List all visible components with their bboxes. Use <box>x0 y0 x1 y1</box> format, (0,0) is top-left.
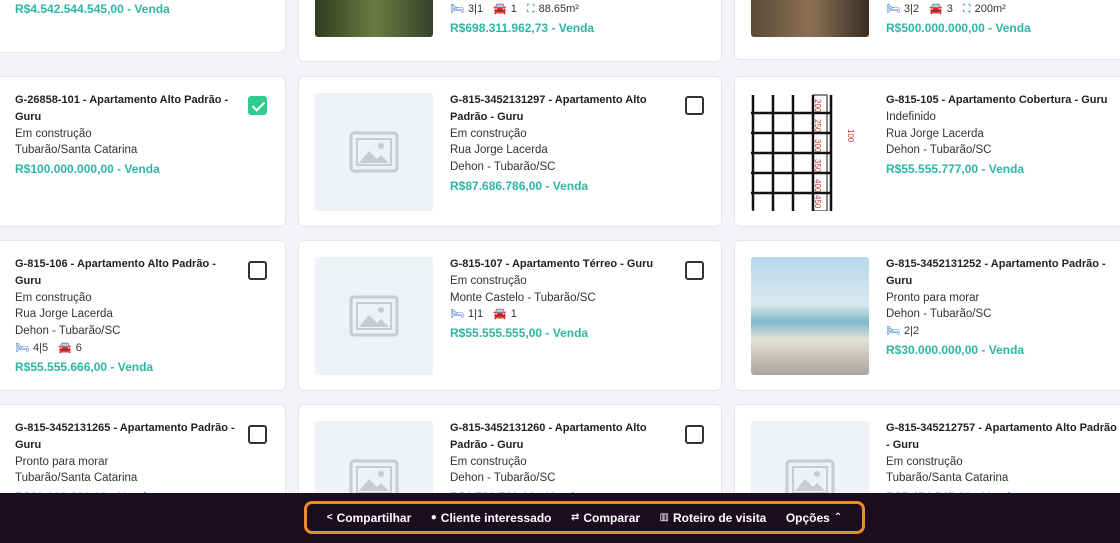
property-status: Pronto para morar <box>886 291 980 304</box>
property-status: Em construção <box>450 274 527 287</box>
property-title: G-26858-101 - Apartamento Alto Padrão - … <box>15 94 229 123</box>
property-street: Rua Jorge Lacerda <box>15 308 113 321</box>
property-street: Rua Jorge Lacerda <box>450 144 548 157</box>
property-status: Pronto para morar <box>15 455 109 468</box>
car-icon: 🚘 <box>929 3 943 15</box>
property-card[interactable]: 200 250 300 350 400 450 100 G-815-105 - … <box>734 76 1120 227</box>
visit-route-button[interactable]: ▥ Roteiro de visita <box>660 511 767 525</box>
bed-icon: 🛏 <box>450 3 464 15</box>
actions-toolbar: < Compartilhar ● Cliente interessado ⇄ Comp… <box>304 501 865 534</box>
property-card[interactable]: G-26858-101 - Apartamento Alto Padrão - … <box>0 76 286 227</box>
share-icon: < <box>326 512 333 523</box>
plan-label: 250 <box>813 119 822 133</box>
property-location: Dehon - Tubarão/SC <box>15 325 121 338</box>
property-card[interactable]: G-815-107 - Apartamento Térreo - Guru Em… <box>298 240 722 391</box>
bed-icon: 🛏 <box>450 308 464 321</box>
area-icon: ⛶ <box>962 3 971 15</box>
property-card[interactable]: 🛏 3|1 🚘 1 ⛶ 88.65m² R$698.311.962,73 - Venda <box>298 0 722 62</box>
property-status: Em construção <box>886 455 963 468</box>
property-price: R$30.000.000,00 - Venda <box>886 342 1025 357</box>
select-checkbox[interactable] <box>685 425 704 444</box>
compare-button[interactable]: ⇄ Comparar <box>571 511 640 525</box>
select-checkbox[interactable] <box>248 425 267 444</box>
plan-label: 200 <box>813 99 822 113</box>
property-title: G-815-3452131297 - Apartamento Alto Padr… <box>450 94 647 123</box>
property-title: G-815-3452131265 - Apartamento Padrão - … <box>15 422 235 451</box>
image-placeholder-icon <box>315 93 433 211</box>
plan-label: 300 <box>813 139 822 153</box>
property-price: R$698.311.962,73 - Venda <box>450 20 595 35</box>
property-title: G-815-105 - Apartamento Cobertura - Guru <box>886 94 1108 106</box>
property-card[interactable]: R$4.542.544.545,00 - Venda <box>0 0 286 53</box>
car-icon: 🚘 <box>493 308 507 321</box>
property-location: Dehon - Tubarão/SC <box>886 308 992 321</box>
property-location: Tubarão/Santa Catarina <box>15 144 138 157</box>
options-button[interactable]: Opções ⌃ <box>786 511 842 525</box>
property-price: R$4.542.544.545,00 - Venda <box>15 2 170 16</box>
property-card[interactable]: G-815-3452131252 - Apartamento Padrão - … <box>734 240 1120 391</box>
area-icon: ⛶ <box>526 3 535 15</box>
property-location: Tubarão/Santa Catarina <box>886 472 1009 485</box>
property-status: Em construção <box>450 127 527 140</box>
select-checkbox[interactable] <box>685 96 704 115</box>
property-price: R$500.000.000,00 - Venda <box>886 20 1031 35</box>
property-location: Monte Castelo - Tubarão/SC <box>450 291 596 304</box>
bed-icon: 🛏 <box>886 3 900 15</box>
property-location: Tubarão/Santa Catarina <box>15 472 138 485</box>
property-card[interactable]: G-815-106 - Apartamento Alto Padrão - Gu… <box>0 240 286 391</box>
property-status: Em construção <box>15 291 92 304</box>
bed-icon: 🛏 <box>15 341 29 354</box>
plan-label: 400 <box>813 179 822 193</box>
property-photo <box>315 0 433 37</box>
share-button[interactable]: < Compartilhar <box>327 511 412 525</box>
property-price: R$100.000.000,00 - Venda <box>15 162 160 177</box>
select-checkbox[interactable] <box>685 261 704 280</box>
property-photo <box>751 257 869 375</box>
property-price: R$87.686.786,00 - Venda <box>450 178 589 193</box>
property-title: G-815-107 - Apartamento Térreo - Guru <box>450 258 654 270</box>
property-status: Em construção <box>450 455 527 468</box>
plan-label: 350 <box>813 159 822 173</box>
property-card[interactable]: 🛏 3|2 🚘 3 ⛶ 200m² R$500.000.000,00 - Venda <box>734 0 1120 60</box>
property-price: R$55.555.666,00 - Venda <box>15 359 154 374</box>
car-icon: 🚘 <box>493 3 507 15</box>
property-title: G-815-3452131252 - Apartamento Padrão - … <box>886 258 1106 287</box>
plan-label: 100 <box>846 129 855 143</box>
property-status: Indefinido <box>886 110 936 123</box>
image-placeholder-icon <box>315 257 433 375</box>
floor-plan-image: 200 250 300 350 400 450 100 <box>751 93 869 211</box>
user-icon: ● <box>430 512 437 523</box>
property-street: Rua Jorge Lacerda <box>886 127 984 140</box>
map-icon: ▥ <box>659 512 669 523</box>
property-price: R$55.555.777,00 - Venda <box>886 162 1025 177</box>
property-status: Em construção <box>15 127 92 140</box>
interested-client-button[interactable]: ● Cliente interessado <box>431 511 552 525</box>
property-location: Dehon - Tubarão/SC <box>450 472 556 485</box>
property-title: G-815-106 - Apartamento Alto Padrão - Gu… <box>15 258 216 287</box>
property-photo <box>751 0 869 37</box>
property-title: G-815-345212757 - Apartamento Alto Padrã… <box>886 422 1117 451</box>
bed-icon: 🛏 <box>886 325 900 338</box>
select-checkbox[interactable] <box>248 261 267 280</box>
property-card[interactable]: G-815-3452131297 - Apartamento Alto Padr… <box>298 76 722 227</box>
car-icon: 🚘 <box>58 341 72 354</box>
property-location: Dehon - Tubarão/SC <box>886 144 992 157</box>
swap-icon: ⇄ <box>570 512 580 523</box>
chevron-up-icon: ⌃ <box>833 512 843 523</box>
property-location: Dehon - Tubarão/SC <box>450 161 556 174</box>
plan-label: 450 <box>813 195 822 209</box>
property-price: R$55.555.555,00 - Venda <box>450 326 589 341</box>
select-checkbox[interactable] <box>248 96 267 115</box>
property-title: G-815-3452131260 - Apartamento Alto Padr… <box>450 422 647 451</box>
